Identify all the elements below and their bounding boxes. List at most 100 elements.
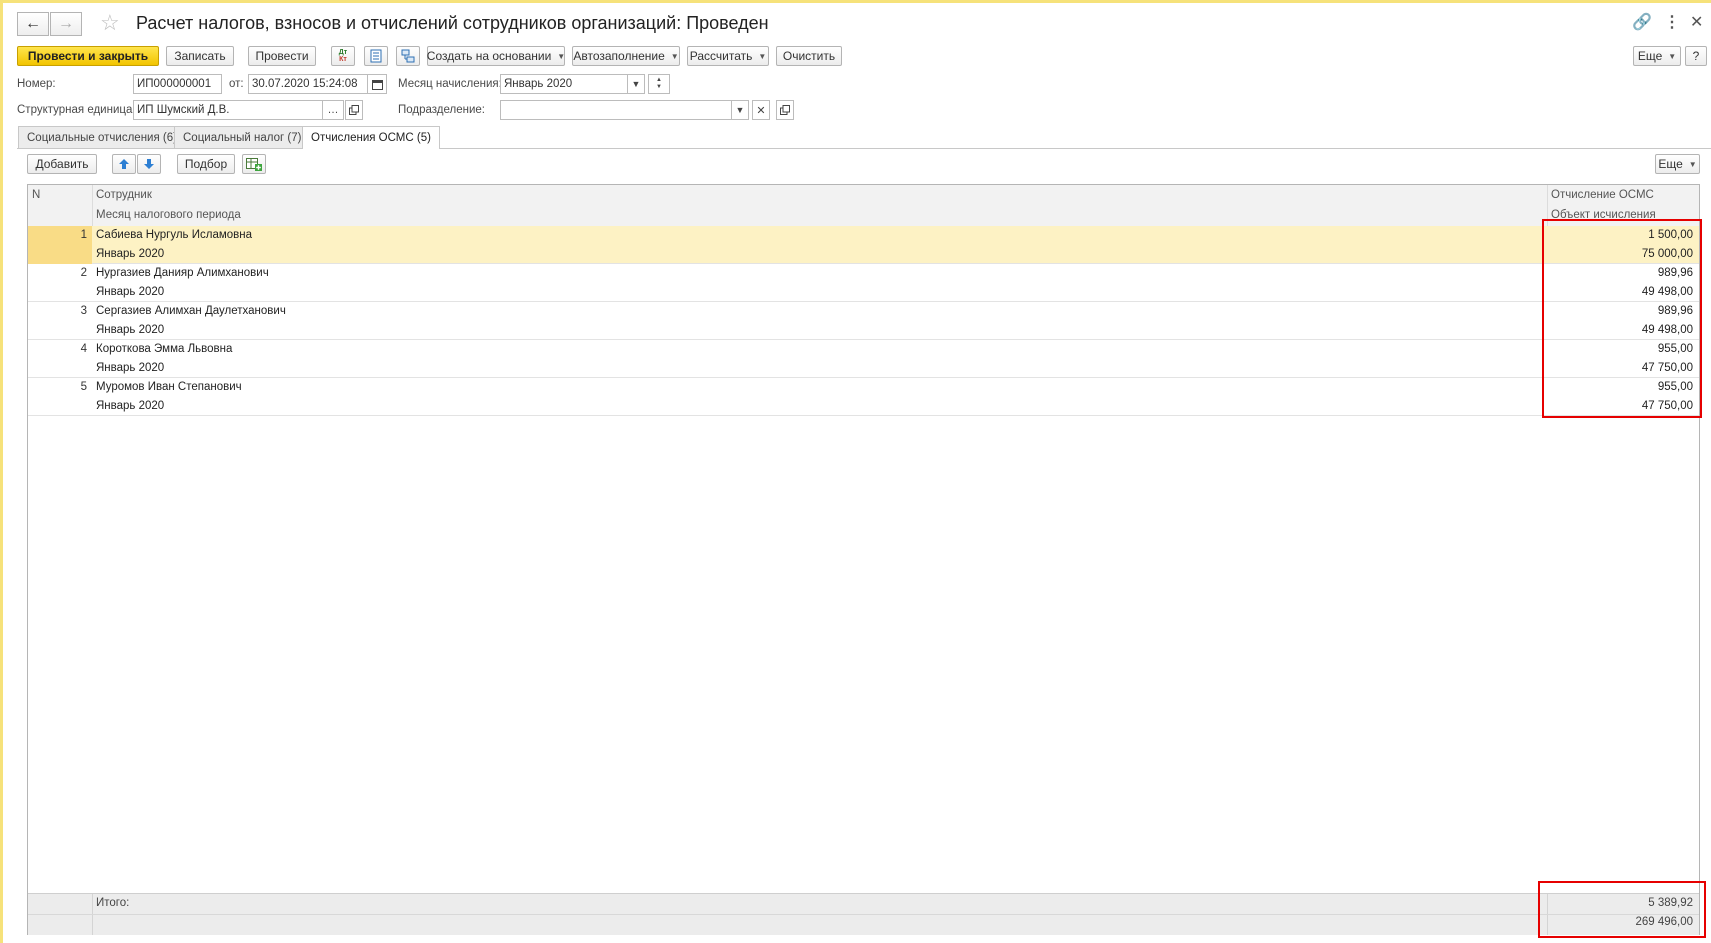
division-open-button[interactable] — [776, 100, 794, 120]
forward-button[interactable]: → — [50, 12, 82, 36]
structural-unit-label: Структурная единица: — [17, 104, 136, 116]
arrow-left-icon: ← — [25, 15, 41, 32]
report-button[interactable] — [364, 46, 388, 66]
more-button[interactable]: Еще ▼ — [1633, 46, 1681, 66]
highlight-box-values — [1542, 219, 1702, 418]
footer-divider — [28, 914, 1699, 915]
calculate-label: Рассчитать — [689, 49, 753, 63]
structural-unit-field[interactable]: ИП Шумский Д.В. — [133, 100, 323, 120]
table-row[interactable]: 3 Сергазиев Алимхан Даулетханович Январь… — [28, 302, 1699, 340]
row-number: 2 — [80, 267, 87, 279]
table-row[interactable]: 1 Сабиева Нургуль Исламовна Январь 2020 … — [28, 226, 1699, 264]
header-osms[interactable]: Отчисление ОСМС — [1551, 189, 1654, 201]
month-stepper[interactable]: ▲ ▼ — [648, 74, 670, 94]
unit-open-button[interactable] — [345, 100, 363, 120]
structure-button[interactable] — [396, 46, 420, 66]
table-footer: Итого: 5 389,92 269 496,00 — [28, 893, 1699, 935]
dt-kt-button[interactable]: Дт Кт — [331, 46, 355, 66]
clear-button[interactable]: Очистить — [776, 46, 842, 66]
table-row[interactable]: 5 Муромов Иван Степанович Январь 2020 95… — [28, 378, 1699, 416]
close-icon[interactable]: ✕ — [1690, 12, 1703, 32]
calendar-button[interactable] — [367, 74, 387, 94]
back-button[interactable]: ← — [17, 12, 49, 36]
pick-button[interactable]: Подбор — [177, 154, 235, 174]
link-icon[interactable]: 🔗 — [1632, 12, 1652, 32]
tax-month-cell[interactable]: Январь 2020 — [96, 324, 164, 336]
create-based-on-label: Создать на основании — [426, 49, 552, 63]
arrow-right-icon: → — [58, 15, 74, 32]
employee-cell[interactable]: Короткова Эмма Львовна — [96, 343, 232, 355]
table-row[interactable]: 2 Нургазиев Данияр Алимханович Январь 20… — [28, 264, 1699, 302]
employee-cell[interactable]: Нургазиев Данияр Алимханович — [96, 267, 269, 279]
column-divider — [92, 185, 93, 226]
stepper-down-icon: ▼ — [656, 84, 662, 90]
more-label: Еще — [1637, 49, 1663, 63]
month-dropdown-button[interactable]: ▼ — [627, 74, 645, 94]
row-number: 1 — [28, 226, 92, 264]
post-and-close-button[interactable]: Провести и закрыть — [17, 46, 159, 66]
accrual-month-label: Месяц начисления: — [398, 78, 502, 90]
tab-osms-contributions[interactable]: Отчисления ОСМС (5) — [302, 126, 440, 149]
arrow-down-icon — [144, 159, 154, 169]
move-down-button[interactable] — [137, 154, 161, 174]
tax-month-cell[interactable]: Январь 2020 — [96, 286, 164, 298]
division-dropdown-button[interactable]: ▼ — [731, 100, 749, 120]
save-button[interactable]: Записать — [166, 46, 234, 66]
window-top-border — [0, 0, 1711, 3]
open-window-icon — [349, 105, 359, 115]
page-title: Расчет налогов, взносов и отчислений сот… — [136, 13, 769, 33]
more-vertical-icon[interactable]: ⋮ — [1664, 12, 1680, 32]
division-label: Подразделение: — [398, 104, 485, 116]
osms-table[interactable]: N Сотрудник Месяц налогового периода Отч… — [27, 184, 1700, 935]
number-field[interactable]: ИП000000001 — [133, 74, 222, 94]
chevron-down-icon: ▼ — [631, 79, 641, 89]
division-field[interactable] — [500, 100, 732, 120]
close-icon: ✕ — [756, 104, 766, 117]
chevron-down-icon: ▼ — [1668, 51, 1677, 61]
unit-select-button[interactable]: … — [322, 100, 344, 120]
document-list-icon — [370, 49, 382, 63]
highlight-box-totals — [1538, 881, 1706, 938]
employee-cell[interactable]: Сабиева Нургуль Исламовна — [96, 229, 252, 241]
add-row-button[interactable]: Добавить — [27, 154, 97, 174]
help-button[interactable]: ? — [1685, 46, 1707, 66]
tab-social-contributions[interactable]: Социальные отчисления (6) — [18, 126, 186, 148]
chevron-down-icon: ▼ — [557, 51, 566, 61]
employee-cell[interactable]: Сергазиев Алимхан Даулетханович — [96, 305, 286, 317]
calculate-button[interactable]: Рассчитать ▼ — [687, 46, 769, 66]
chevron-down-icon: ▼ — [670, 51, 679, 61]
date-field[interactable]: 30.07.2020 15:24:08 — [248, 74, 368, 94]
ellipsis-icon: … — [327, 104, 339, 116]
table-add-icon — [246, 158, 262, 171]
arrow-up-icon — [119, 159, 129, 169]
create-based-on-button[interactable]: Создать на основании ▼ — [427, 46, 565, 66]
number-label: Номер: — [17, 78, 56, 90]
autofill-button[interactable]: Автозаполнение ▼ — [572, 46, 680, 66]
header-tax-month[interactable]: Месяц налогового периода — [96, 209, 241, 221]
move-up-button[interactable] — [112, 154, 136, 174]
date-label: от: — [229, 78, 244, 90]
favorite-star-icon[interactable]: ☆ — [100, 10, 120, 36]
open-window-icon — [780, 105, 790, 115]
employee-cell[interactable]: Муромов Иван Степанович — [96, 381, 242, 393]
row-number: 5 — [80, 381, 87, 393]
tax-month-cell[interactable]: Январь 2020 — [96, 248, 164, 260]
hierarchy-icon — [401, 49, 415, 63]
header-employee[interactable]: Сотрудник — [96, 189, 152, 201]
row-number: 4 — [80, 343, 87, 355]
chevron-down-icon: ▼ — [1688, 159, 1697, 169]
tax-month-cell[interactable]: Январь 2020 — [96, 400, 164, 412]
table-header: N Сотрудник Месяц налогового периода Отч… — [28, 185, 1699, 227]
table-row[interactable]: 4 Короткова Эмма Львовна Январь 2020 955… — [28, 340, 1699, 378]
tax-month-cell[interactable]: Январь 2020 — [96, 362, 164, 374]
table-more-button[interactable]: Еще ▼ — [1655, 154, 1700, 174]
autofill-label: Автозаполнение — [573, 49, 665, 63]
tab-social-tax[interactable]: Социальный налог (7) — [174, 126, 311, 148]
add-column-button[interactable] — [242, 154, 266, 174]
stepper-up-icon: ▲ — [656, 77, 662, 83]
chevron-down-icon: ▼ — [758, 51, 767, 61]
calendar-icon — [371, 79, 383, 90]
accrual-month-field[interactable]: Январь 2020 — [500, 74, 628, 94]
division-clear-button[interactable]: ✕ — [752, 100, 770, 120]
post-button[interactable]: Провести — [248, 46, 316, 66]
